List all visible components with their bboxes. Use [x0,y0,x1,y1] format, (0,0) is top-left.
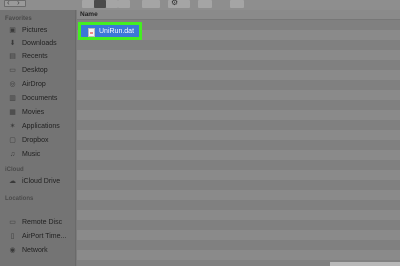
sidebar-item-label: Recents [22,53,48,60]
sidebar-item-downloads[interactable]: ⬇ Downloads [0,38,76,50]
sidebar-item-label: Applications [22,123,60,130]
column-header-label: Name [80,11,98,18]
sidebar-item-label: Music [22,151,41,158]
dropbox-icon: ▢ [9,137,16,144]
sidebar-item-applications[interactable]: ✶ Applications [0,121,76,133]
sidebar-item-dropbox[interactable]: ▢ Dropbox [0,135,76,147]
music-icon: ♫ [9,151,16,158]
airdrop-icon: ◎ [9,81,16,88]
file-row-selected[interactable]: UniRun.dat [78,22,142,40]
gear-icon: ⚙ [171,0,179,7]
disc-icon: ▭ [9,219,16,226]
share-button[interactable] [198,0,212,8]
sidebar-item-remote-disc[interactable]: ▭ Remote Disc [0,217,76,229]
sidebar-section-icloud: iCloud [5,167,24,173]
sidebar-section-favorites: Favorites [5,16,32,22]
sidebar-item-icloud-drive[interactable]: ☁ iCloud Drive [0,176,76,188]
sidebar-item-label: Dropbox [22,137,49,144]
chevron-right-icon[interactable]: › [17,0,20,7]
airport-icon: ▯ [10,233,15,240]
sidebar-item-recents[interactable]: ▤ Recents [0,51,76,63]
sidebar-item-label: Network [22,247,48,254]
applications-icon: ✶ [9,123,16,130]
sidebar-item-network[interactable]: ◉ Network [0,245,76,257]
network-icon: ◉ [9,247,16,254]
icon-view-button[interactable] [82,0,94,8]
sidebar-item-airdrop[interactable]: ◎ AirDrop [0,79,76,91]
desktop-icon: ▭ [9,67,16,74]
downloads-icon: ⬇ [9,40,16,47]
file-list: Name UniRun.dat [77,10,400,266]
list-view-button[interactable] [94,0,106,8]
sidebar-item-label: Pictures [22,27,48,34]
sidebar-item-label: AirPort Time... [22,233,67,240]
movies-icon: ▦ [9,109,16,116]
column-view-button[interactable] [106,0,118,8]
sidebar-item-movies[interactable]: ▦ Movies [0,107,76,119]
sidebar-item-pictures[interactable]: ▣ Pictures [0,25,76,37]
sidebar-item-label: Desktop [22,67,48,74]
window-corner [330,262,400,266]
sidebar-item-label: Remote Disc [22,219,63,226]
recents-icon: ▤ [9,53,16,60]
sidebar-item-label: AirDrop [22,81,46,88]
back-forward-buttons[interactable]: ‹ › [4,0,26,7]
tag-button[interactable] [230,0,244,8]
sidebar-item-desktop[interactable]: ▭ Desktop [0,65,76,77]
sidebar-item-label: iCloud Drive [22,178,61,185]
action-button[interactable]: ⚙ [168,0,190,8]
sidebar-item-music[interactable]: ♫ Music [0,149,76,161]
group-button[interactable] [142,0,160,8]
documents-icon: ▥ [9,95,16,102]
document-icon [88,28,95,37]
file-name: UniRun.dat [99,28,135,35]
pictures-icon: ▣ [9,27,16,34]
sidebar-item-label: Documents [22,95,58,102]
gallery-view-button[interactable] [118,0,130,8]
toolbar: ‹ › ⚙ [0,0,400,10]
sidebar-item-documents[interactable]: ▥ Documents [0,93,76,105]
chevron-left-icon[interactable]: ‹ [7,0,10,7]
column-header-name[interactable]: Name [77,10,400,20]
sidebar-item-label: Downloads [22,40,57,47]
sidebar-item-label: Movies [22,109,45,116]
sidebar-item-airport[interactable]: ▯ AirPort Time... [0,231,76,243]
cloud-icon: ☁ [9,178,16,185]
sidebar-section-locations: Locations [5,196,34,202]
sidebar: Favorites ▣ Pictures ⬇ Downloads ▤ Recen… [0,10,76,266]
